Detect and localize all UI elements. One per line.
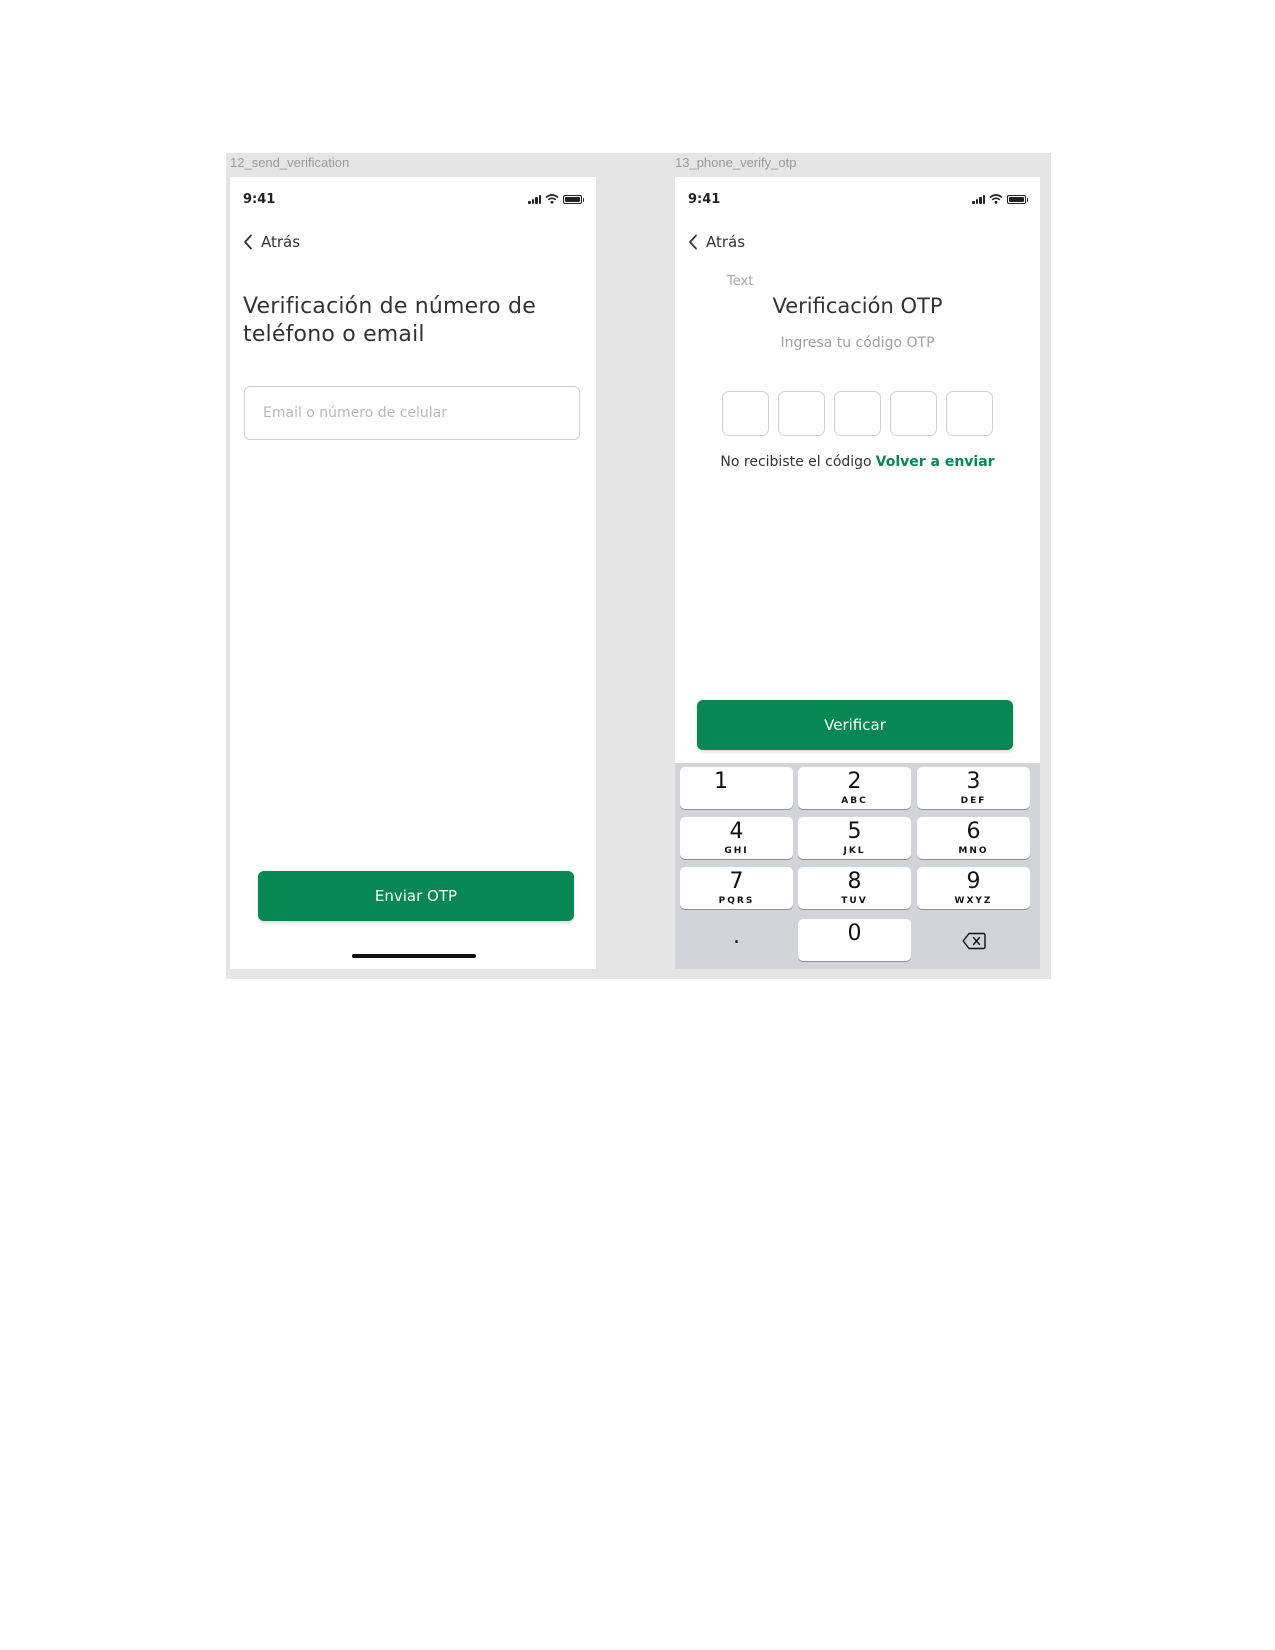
chevron-left-icon xyxy=(689,234,697,250)
resend-row: No recibiste el código Volver a enviar xyxy=(675,454,1040,470)
status-time: 9:41 xyxy=(688,192,721,207)
back-label: Atrás xyxy=(261,233,301,251)
key-0[interactable]: 0 xyxy=(798,919,911,961)
chevron-left-icon xyxy=(244,234,252,250)
numeric-keypad: 1 2 ABC 3 DEF 4 GHI 5 JKL 6 MNO 7 PQRS 8 TUV 9W… xyxy=(675,763,1040,969)
key-2[interactable]: 2 ABC xyxy=(798,767,911,809)
otp-digit-box[interactable] xyxy=(834,391,881,436)
key-1[interactable]: 1 xyxy=(680,767,793,809)
send-verification-screen: 9:41 Atrás Verificación de número de tel… xyxy=(230,177,596,969)
otp-digit-box[interactable] xyxy=(722,391,769,436)
artboard-canvas: 12_send_verification 13_phone_verify_otp… xyxy=(226,153,1051,979)
otp-digit-box[interactable] xyxy=(946,391,993,436)
key-5[interactable]: 5 JKL xyxy=(798,817,911,859)
key-4[interactable]: 4 GHI xyxy=(680,817,793,859)
page-title: Verificación OTP xyxy=(772,294,943,318)
placeholder-text-label: Text xyxy=(727,274,754,289)
backspace-icon[interactable] xyxy=(962,932,986,950)
back-label: Atrás xyxy=(706,233,746,251)
verify-otp-screen: 9:41 Atrás Text Verificación OTP Ingresa… xyxy=(675,177,1040,969)
otp-digit-box[interactable] xyxy=(778,391,825,436)
battery-icon xyxy=(1007,195,1028,204)
status-time: 9:41 xyxy=(243,192,276,207)
send-otp-button[interactable]: Enviar OTP xyxy=(258,871,574,921)
key-8[interactable]: 8 TUV xyxy=(798,867,911,909)
page-subtitle: Ingresa tu código OTP xyxy=(780,335,935,351)
key-6[interactable]: 6 MNO xyxy=(917,817,1030,859)
signal-icon xyxy=(972,195,985,204)
status-icons xyxy=(528,194,584,204)
page-title: Verificación de número de teléfono o ema… xyxy=(243,294,536,347)
frame-label-send-verification: 12_send_verification xyxy=(230,155,350,170)
key-decimal[interactable]: . xyxy=(680,919,793,961)
resend-prompt: No recibiste el código xyxy=(720,454,872,470)
wifi-icon xyxy=(989,194,1003,204)
home-indicator xyxy=(352,954,476,958)
battery-icon xyxy=(563,195,584,204)
verify-button[interactable]: Verificar xyxy=(697,700,1013,750)
status-icons xyxy=(972,194,1028,204)
key-7[interactable]: 7 PQRS xyxy=(680,867,793,909)
resend-link[interactable]: Volver a enviar xyxy=(876,454,995,470)
key-9[interactable]: 9 WXYZ xyxy=(917,867,1030,909)
otp-input-group xyxy=(722,391,993,436)
email-or-phone-input[interactable] xyxy=(244,386,580,440)
frame-label-verify-otp: 13_phone_verify_otp xyxy=(675,155,797,170)
back-button[interactable]: Atrás xyxy=(688,233,745,251)
key-3[interactable]: 3 DEF xyxy=(917,767,1030,809)
otp-digit-box[interactable] xyxy=(890,391,937,436)
signal-icon xyxy=(528,195,541,204)
back-button[interactable]: Atrás xyxy=(243,233,300,251)
wifi-icon xyxy=(545,194,559,204)
